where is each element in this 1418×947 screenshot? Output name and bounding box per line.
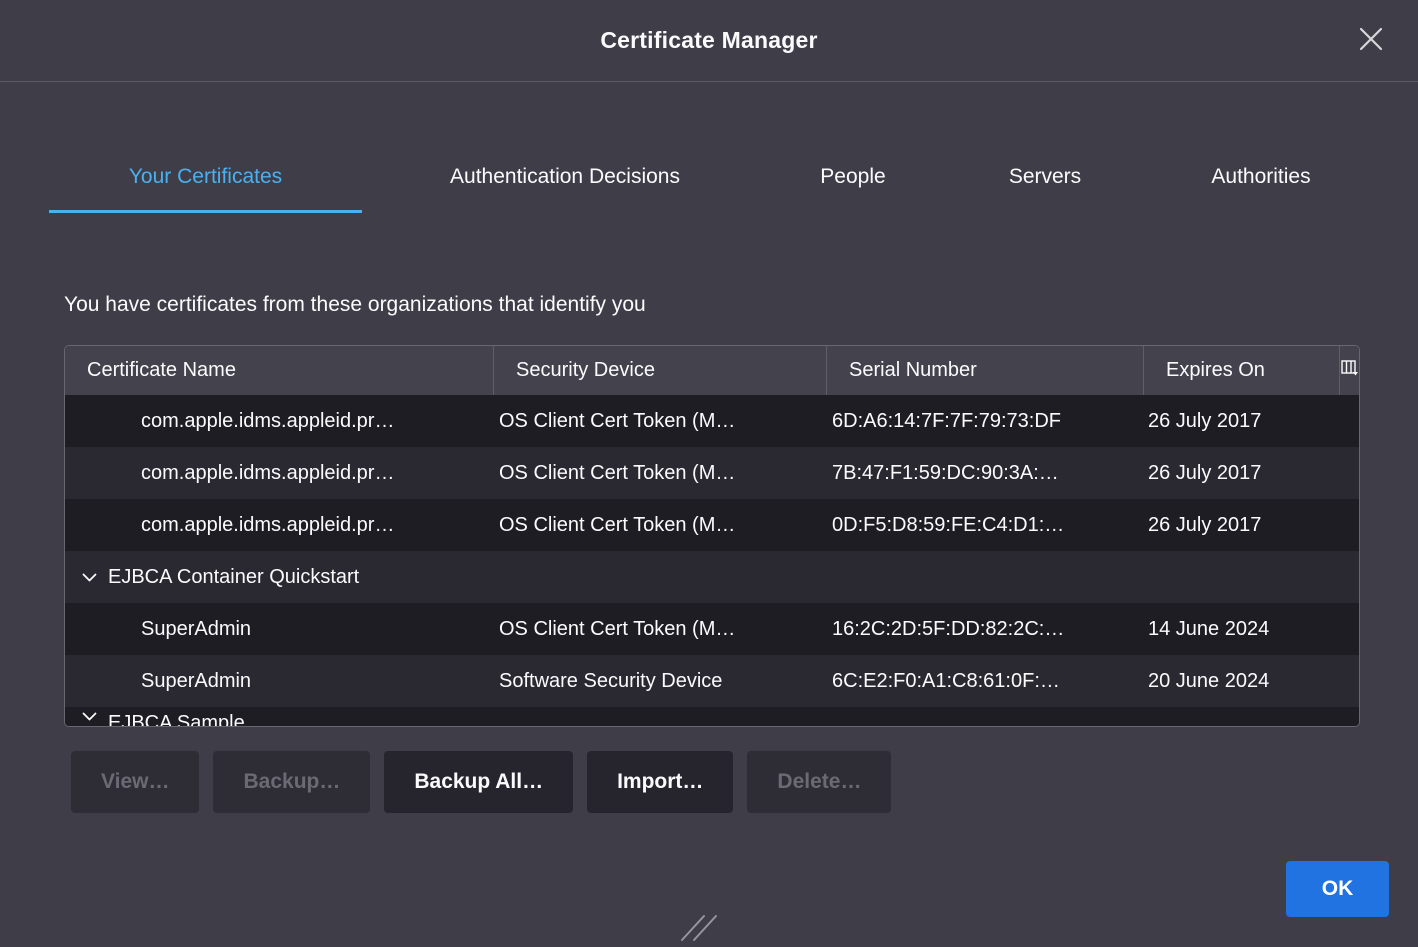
resize-grip-icon[interactable] xyxy=(678,914,722,942)
security-device-cell: OS Client Cert Token (M… xyxy=(493,618,826,641)
certificates-table: Certificate Name Security Device Serial … xyxy=(64,345,1360,727)
cert-name-cell: SuperAdmin xyxy=(65,670,493,693)
security-device-cell: OS Client Cert Token (M… xyxy=(493,462,826,485)
view-button: View… xyxy=(71,751,199,813)
column-header-serial-number[interactable]: Serial Number xyxy=(826,346,1143,395)
dialog-title: Certificate Manager xyxy=(600,27,817,54)
cert-name-cell: com.apple.idms.appleid.pr… xyxy=(65,410,493,433)
close-icon xyxy=(1358,26,1384,57)
table-row[interactable]: com.apple.idms.appleid.pr… OS Client Cer… xyxy=(65,447,1359,499)
intro-text: You have certificates from these organiz… xyxy=(64,293,1418,317)
serial-number-cell: 16:2C:2D:5F:DD:82:2C:… xyxy=(826,618,1143,641)
cert-name-cell: SuperAdmin xyxy=(65,618,493,641)
backup-button: Backup… xyxy=(213,751,370,813)
column-header-security-device[interactable]: Security Device xyxy=(493,346,826,395)
chevron-down-icon[interactable] xyxy=(82,707,97,721)
expires-on-cell: 20 June 2024 xyxy=(1143,670,1339,693)
cert-name-cell: com.apple.idms.appleid.pr… xyxy=(65,462,493,485)
tab-people[interactable]: People xyxy=(768,140,938,213)
expires-on-cell: 26 July 2017 xyxy=(1143,410,1339,433)
table-row[interactable]: com.apple.idms.appleid.pr… OS Client Cer… xyxy=(65,499,1359,551)
action-button-row: View… Backup… Backup All… Import… Delete… xyxy=(71,751,1418,813)
chevron-down-icon[interactable] xyxy=(82,573,97,582)
expires-on-cell: 14 June 2024 xyxy=(1143,618,1339,641)
tab-authentication-decisions[interactable]: Authentication Decisions xyxy=(362,140,768,213)
tab-your-certificates[interactable]: Your Certificates xyxy=(49,140,362,213)
column-picker-button[interactable] xyxy=(1339,346,1359,395)
security-device-cell: OS Client Cert Token (M… xyxy=(493,410,826,433)
serial-number-cell: 6C:E2:F0:A1:C8:61:0F:… xyxy=(826,670,1143,693)
cert-name-cell: com.apple.idms.appleid.pr… xyxy=(65,514,493,537)
serial-number-cell: 6D:A6:14:7F:7F:79:73:DF xyxy=(826,410,1143,433)
tab-servers[interactable]: Servers xyxy=(938,140,1152,213)
group-label: EJBCA Sample xyxy=(108,707,245,726)
group-label: EJBCA Container Quickstart xyxy=(108,566,359,589)
backup-all-button[interactable]: Backup All… xyxy=(384,751,573,813)
expires-on-cell: 26 July 2017 xyxy=(1143,462,1339,485)
column-header-expires-on[interactable]: Expires On xyxy=(1143,346,1339,395)
serial-number-cell: 0D:F5:D8:59:FE:C4:D1:… xyxy=(826,514,1143,537)
table-row[interactable]: SuperAdmin OS Client Cert Token (M… 16:2… xyxy=(65,603,1359,655)
close-button[interactable] xyxy=(1354,24,1388,58)
security-device-cell: Software Security Device xyxy=(493,670,826,693)
delete-button: Delete… xyxy=(747,751,891,813)
table-row[interactable]: SuperAdmin Software Security Device 6C:E… xyxy=(65,655,1359,707)
tab-bar: Your Certificates Authentication Decisio… xyxy=(49,140,1418,213)
serial-number-cell: 7B:47:F1:59:DC:90:3A:… xyxy=(826,462,1143,485)
tab-authorities[interactable]: Authorities xyxy=(1152,140,1370,213)
security-device-cell: OS Client Cert Token (M… xyxy=(493,514,826,537)
import-button[interactable]: Import… xyxy=(587,751,733,813)
column-picker-icon xyxy=(1341,359,1359,382)
table-row[interactable]: com.apple.idms.appleid.pr… OS Client Cer… xyxy=(65,395,1359,447)
ok-button[interactable]: OK xyxy=(1286,861,1389,917)
expires-on-cell: 26 July 2017 xyxy=(1143,514,1339,537)
table-group-row[interactable]: EJBCA Container Quickstart xyxy=(65,551,1359,603)
table-header: Certificate Name Security Device Serial … xyxy=(65,346,1359,395)
table-group-row-partial[interactable]: EJBCA Sample xyxy=(65,707,1359,726)
column-header-certificate-name[interactable]: Certificate Name xyxy=(65,346,493,395)
dialog-titlebar: Certificate Manager xyxy=(0,0,1418,82)
